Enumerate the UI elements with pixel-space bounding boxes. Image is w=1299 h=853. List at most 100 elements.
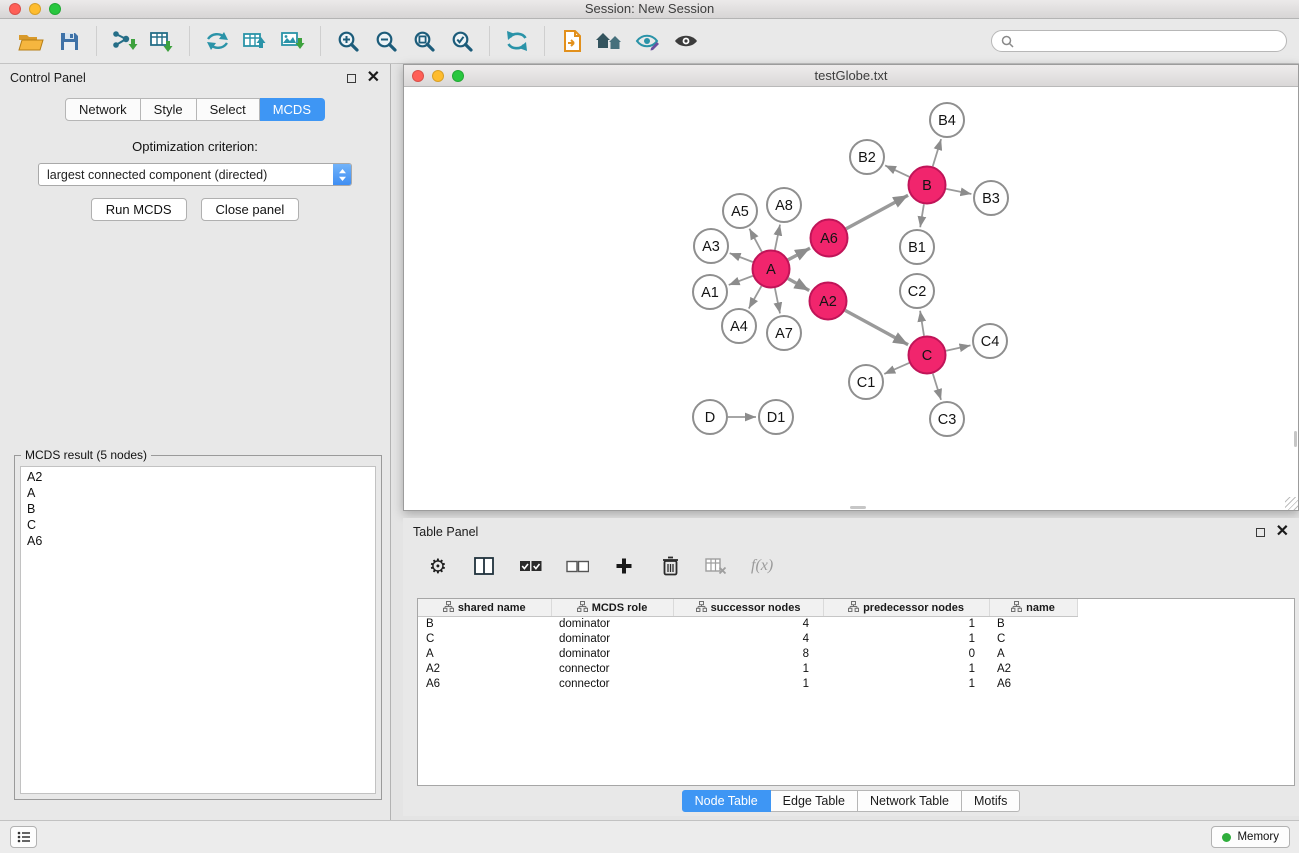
graph-node-C4[interactable]: C4 bbox=[973, 324, 1007, 358]
import-network-button[interactable] bbox=[105, 24, 143, 58]
float-panel-icon[interactable] bbox=[347, 74, 356, 83]
graph-edge-B-B3[interactable] bbox=[946, 189, 971, 194]
export-table-button[interactable] bbox=[236, 24, 274, 58]
graph-edge-C-C3[interactable] bbox=[933, 374, 941, 400]
zoom-fit-button[interactable] bbox=[405, 24, 443, 58]
close-network-window-icon[interactable] bbox=[412, 70, 424, 82]
graph-node-D[interactable]: D bbox=[693, 400, 727, 434]
open-session-button[interactable] bbox=[12, 24, 50, 58]
save-session-button[interactable] bbox=[50, 24, 88, 58]
table-row[interactable]: A2connector11A2 bbox=[418, 662, 1294, 677]
graph-node-B4[interactable]: B4 bbox=[930, 103, 964, 137]
graph-node-A2[interactable]: A2 bbox=[810, 283, 847, 320]
delete-table-button[interactable] bbox=[705, 554, 727, 578]
graph-node-C3[interactable]: C3 bbox=[930, 402, 964, 436]
graph-node-A5[interactable]: A5 bbox=[723, 194, 757, 228]
run-mcds-button[interactable]: Run MCDS bbox=[91, 198, 187, 221]
vertical-scrollbar[interactable] bbox=[1294, 431, 1297, 447]
zoom-network-window-icon[interactable] bbox=[452, 70, 464, 82]
deselect-all-button[interactable] bbox=[566, 554, 589, 578]
graph-edge-A-A7[interactable] bbox=[775, 288, 780, 313]
export-image-button[interactable] bbox=[274, 24, 312, 58]
graph-edge-A-A5[interactable] bbox=[749, 229, 761, 252]
tab-motifs[interactable]: Motifs bbox=[962, 790, 1020, 812]
graph-edge-C-C4[interactable] bbox=[946, 345, 970, 350]
graph-edge-C-C1[interactable] bbox=[884, 363, 909, 374]
zoom-window-icon[interactable] bbox=[49, 3, 61, 15]
tab-network-table[interactable]: Network Table bbox=[858, 790, 962, 812]
home-button[interactable] bbox=[591, 24, 629, 58]
search-field[interactable] bbox=[991, 30, 1287, 52]
graph-node-A[interactable]: A bbox=[753, 251, 790, 288]
mcds-result-item[interactable]: A2 bbox=[21, 469, 375, 485]
zoom-out-button[interactable] bbox=[367, 24, 405, 58]
graph-node-D1[interactable]: D1 bbox=[759, 400, 793, 434]
graph-node-C1[interactable]: C1 bbox=[849, 365, 883, 399]
add-column-button[interactable] bbox=[613, 554, 635, 578]
column-header-shared-name[interactable]: shared name bbox=[418, 599, 551, 617]
table-row[interactable]: Bdominator41B bbox=[418, 617, 1294, 632]
search-input[interactable] bbox=[1019, 34, 1277, 48]
select-all-button[interactable] bbox=[519, 554, 542, 578]
first-neighbors-button[interactable] bbox=[553, 24, 591, 58]
graph-node-B1[interactable]: B1 bbox=[900, 230, 934, 264]
mcds-result-item[interactable]: A6 bbox=[21, 533, 375, 549]
network-canvas[interactable]: B4B2BB3A5A8A6A3B1AA1C2A2A4A7C4CC1C3DD1 bbox=[404, 87, 1298, 510]
graph-edge-A-A2[interactable] bbox=[788, 279, 809, 291]
table-row[interactable]: Cdominator41C bbox=[418, 632, 1294, 647]
criterion-dropdown[interactable]: largest connected component (directed) bbox=[38, 163, 352, 186]
table-mode-button[interactable]: ⚙ bbox=[427, 554, 449, 578]
minimize-network-window-icon[interactable] bbox=[432, 70, 444, 82]
graph-edge-A-A3[interactable] bbox=[730, 253, 753, 262]
zoom-in-button[interactable] bbox=[329, 24, 367, 58]
show-hide-panel-button[interactable] bbox=[667, 24, 705, 58]
graph-edge-A6-B[interactable] bbox=[846, 195, 908, 228]
graph-node-B2[interactable]: B2 bbox=[850, 140, 884, 174]
function-builder-button[interactable]: f(x) bbox=[751, 554, 773, 578]
mcds-result-item[interactable]: C bbox=[21, 517, 375, 533]
mcds-result-list[interactable]: A2ABCA6 bbox=[20, 466, 376, 794]
tab-network[interactable]: Network bbox=[65, 98, 141, 121]
graph-node-A7[interactable]: A7 bbox=[767, 316, 801, 350]
graph-edge-B-B2[interactable] bbox=[885, 165, 909, 176]
close-panel-button[interactable]: Close panel bbox=[201, 198, 300, 221]
tab-mcds[interactable]: MCDS bbox=[260, 98, 325, 121]
graph-node-C2[interactable]: C2 bbox=[900, 274, 934, 308]
column-header-successor-nodes[interactable]: successor nodes bbox=[673, 599, 823, 617]
export-network-button[interactable] bbox=[198, 24, 236, 58]
close-window-icon[interactable] bbox=[9, 3, 21, 15]
graph-node-A3[interactable]: A3 bbox=[694, 229, 728, 263]
graph-edge-A-A8[interactable] bbox=[775, 225, 780, 250]
graph-node-C[interactable]: C bbox=[909, 337, 946, 374]
apply-layout-button[interactable] bbox=[498, 24, 536, 58]
graph-edge-B-B1[interactable] bbox=[920, 204, 924, 227]
graph-edge-B-B4[interactable] bbox=[933, 139, 941, 166]
tab-edge-table[interactable]: Edge Table bbox=[771, 790, 858, 812]
graph-edge-A-A1[interactable] bbox=[729, 276, 753, 285]
table-row[interactable]: A6connector11A6 bbox=[418, 677, 1294, 692]
tab-node-table[interactable]: Node Table bbox=[682, 790, 771, 812]
column-header-MCDS-role[interactable]: MCDS role bbox=[551, 599, 673, 617]
close-table-panel-icon[interactable]: ✕ bbox=[1276, 526, 1289, 538]
tab-style[interactable]: Style bbox=[141, 98, 197, 121]
mcds-result-item[interactable]: B bbox=[21, 501, 375, 517]
mcds-result-item[interactable]: A bbox=[21, 485, 375, 501]
graph-node-A6[interactable]: A6 bbox=[811, 220, 848, 257]
memory-button[interactable]: Memory bbox=[1211, 826, 1290, 848]
minimize-window-icon[interactable] bbox=[29, 3, 41, 15]
graph-node-A4[interactable]: A4 bbox=[722, 309, 756, 343]
import-table-button[interactable] bbox=[143, 24, 181, 58]
horizontal-scrollbar[interactable] bbox=[850, 506, 866, 509]
column-header-predecessor-nodes[interactable]: predecessor nodes bbox=[823, 599, 989, 617]
graph-node-B3[interactable]: B3 bbox=[974, 181, 1008, 215]
show-columns-button[interactable] bbox=[473, 554, 495, 578]
table-row[interactable]: Adominator80A bbox=[418, 647, 1294, 662]
delete-column-button[interactable] bbox=[659, 554, 681, 578]
graph-edge-A-A4[interactable] bbox=[749, 286, 762, 309]
graph-edge-C-C2[interactable] bbox=[920, 311, 924, 336]
zoom-selected-button[interactable] bbox=[443, 24, 481, 58]
column-header-name[interactable]: name bbox=[989, 599, 1077, 617]
close-panel-icon[interactable]: ✕ bbox=[367, 72, 380, 84]
graph-node-B[interactable]: B bbox=[909, 167, 946, 204]
graph-node-A1[interactable]: A1 bbox=[693, 275, 727, 309]
